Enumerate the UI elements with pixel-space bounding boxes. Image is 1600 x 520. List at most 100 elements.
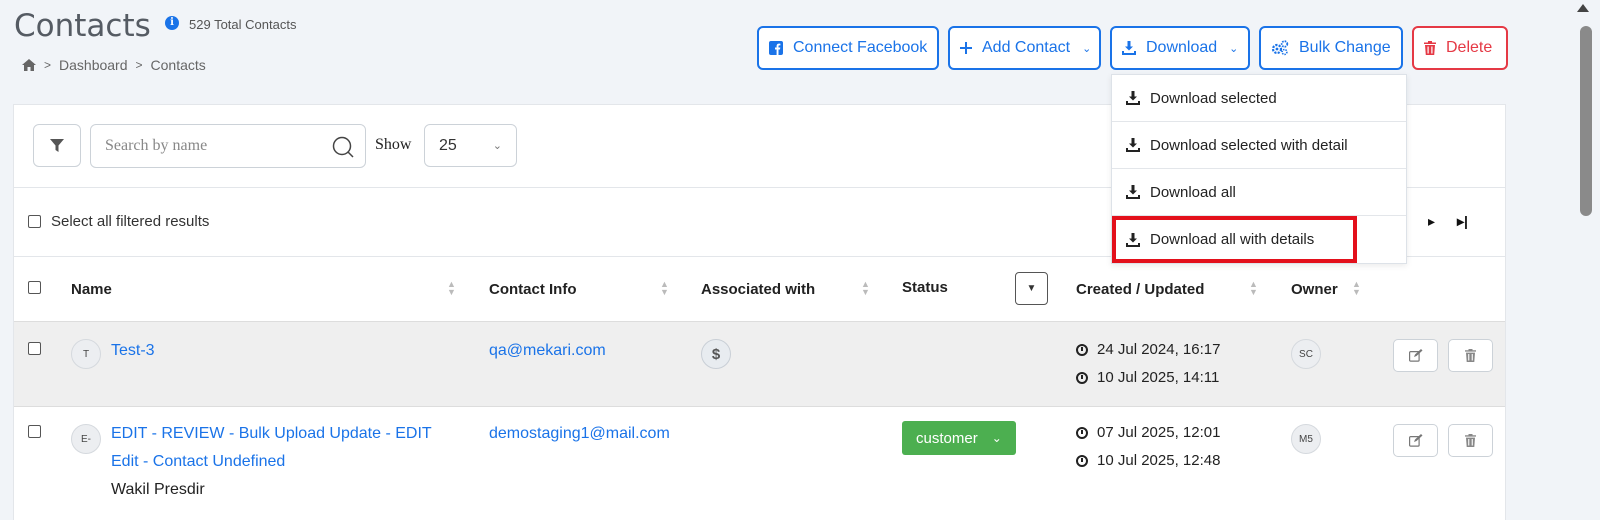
column-header-associated-with[interactable]: Associated with	[701, 281, 815, 298]
delete-row-button[interactable]	[1448, 339, 1493, 372]
breadcrumb-dashboard[interactable]: Dashboard	[59, 57, 128, 73]
created-date: 24 Jul 2024, 16:17	[1097, 341, 1221, 358]
contact-email-link[interactable]: demostaging1@mail.com	[489, 425, 670, 443]
trash-icon	[1424, 41, 1436, 55]
bulk-change-label: Bulk Change	[1299, 39, 1391, 56]
clock-icon	[1076, 372, 1088, 384]
search-input[interactable]	[90, 124, 366, 168]
breadcrumb-separator: >	[44, 58, 52, 72]
clock-icon	[1076, 344, 1088, 356]
select-all-label: Select all filtered results	[51, 213, 210, 230]
chevron-down-icon: ⌄	[1082, 42, 1092, 55]
sort-icon[interactable]: ▲ ▼	[861, 280, 870, 297]
owner-avatar: SC	[1291, 339, 1321, 369]
contact-name-link[interactable]: Test-3	[111, 342, 155, 360]
page-size-select[interactable]: 25 ⌄	[424, 124, 517, 167]
select-all-row: Select all filtered results	[28, 213, 209, 230]
avatar: T	[71, 339, 101, 369]
last-page-icon[interactable]: ▸|	[1457, 213, 1468, 230]
sort-icon[interactable]: ▲ ▼	[660, 280, 669, 297]
connect-facebook-label: Connect Facebook	[793, 39, 928, 56]
avatar: E-	[71, 424, 101, 454]
clock-icon	[1076, 455, 1088, 467]
page-title: Contacts	[14, 8, 151, 44]
edit-button[interactable]	[1393, 424, 1438, 457]
download-label: Download	[1146, 39, 1218, 56]
edit-icon	[1408, 434, 1422, 447]
created-updated-dates: 07 Jul 2025, 12:01 10 Jul 2025, 12:48	[1076, 419, 1220, 475]
column-header-created-updated[interactable]: Created / Updated	[1076, 281, 1204, 298]
column-header-name[interactable]: Name	[71, 281, 112, 298]
clock-icon	[1076, 427, 1088, 439]
sort-icon[interactable]: ▲ ▼	[447, 280, 456, 297]
edit-button[interactable]	[1393, 339, 1438, 372]
delete-row-button[interactable]	[1448, 424, 1493, 457]
breadcrumb: > Dashboard > Contacts	[22, 57, 206, 73]
trash-icon	[1465, 434, 1476, 447]
download-selected-label: Download selected	[1150, 89, 1277, 107]
next-page-icon[interactable]: ▸	[1428, 213, 1435, 230]
breadcrumb-contacts: Contacts	[150, 57, 206, 73]
select-all-checkbox[interactable]	[28, 215, 41, 228]
contact-name-link-line2[interactable]: Edit - Contact Undefined	[111, 453, 285, 471]
sort-icon[interactable]: ▲ ▼	[1352, 280, 1361, 297]
select-all-rows-checkbox[interactable]	[28, 281, 41, 294]
edit-icon	[1408, 349, 1422, 362]
download-dropdown-menu: Download selected Download selected with…	[1111, 74, 1407, 264]
download-icon	[1126, 185, 1140, 199]
status-filter-toggle[interactable]: ▼	[1015, 272, 1048, 305]
chevron-down-icon: ⌄	[991, 431, 1002, 445]
home-icon[interactable]	[22, 59, 36, 71]
download-all-item[interactable]: Download all	[1112, 169, 1406, 216]
updated-date: 10 Jul 2025, 12:48	[1097, 452, 1221, 469]
download-selected-with-detail-label: Download selected with detail	[1150, 136, 1348, 154]
download-all-with-details-item[interactable]: Download all with details	[1112, 216, 1357, 263]
total-contacts-count: 529 Total Contacts	[189, 17, 297, 32]
download-icon	[1122, 41, 1136, 55]
updated-date: 10 Jul 2025, 14:11	[1097, 369, 1220, 386]
top-actions: Connect Facebook Add Contact ⌄ Download …	[757, 26, 1508, 70]
show-label: Show	[375, 136, 412, 153]
scroll-up-arrow-icon[interactable]	[1577, 4, 1589, 12]
contact-email-link[interactable]: qa@mekari.com	[489, 342, 606, 360]
download-button[interactable]: Download ⌄	[1110, 26, 1250, 70]
column-header-owner[interactable]: Owner	[1291, 281, 1338, 298]
download-all-label: Download all	[1150, 183, 1236, 201]
row-checkbox[interactable]	[28, 425, 41, 438]
bulk-change-button[interactable]: Bulk Change	[1259, 26, 1403, 70]
gears-icon	[1271, 40, 1289, 56]
chevron-down-icon: ⌄	[492, 140, 502, 152]
row-checkbox[interactable]	[28, 342, 41, 355]
filter-button[interactable]	[33, 124, 81, 167]
delete-button[interactable]: Delete	[1412, 26, 1508, 70]
delete-label: Delete	[1446, 39, 1493, 56]
breadcrumb-separator: >	[135, 58, 143, 72]
sort-icon[interactable]: ▲ ▼	[1249, 280, 1258, 297]
download-selected-with-detail-item[interactable]: Download selected with detail	[1112, 122, 1406, 169]
add-contact-button[interactable]: Add Contact ⌄	[948, 26, 1101, 70]
pagination: ▸ ▸|	[1428, 213, 1468, 230]
column-header-contact-info[interactable]: Contact Info	[489, 281, 577, 298]
download-icon	[1126, 232, 1140, 247]
info-icon[interactable]: i	[165, 16, 179, 30]
contact-name-link[interactable]: EDIT - REVIEW - Bulk Upload Update - EDI…	[111, 425, 432, 443]
deal-dollar-icon[interactable]: $	[701, 339, 731, 369]
vertical-scrollbar[interactable]	[1563, 0, 1600, 520]
contact-job-title: Wakil Presdir	[111, 481, 205, 498]
status-badge[interactable]: customer ⌄	[902, 421, 1016, 455]
search-icon[interactable]	[332, 136, 354, 158]
connect-facebook-button[interactable]: Connect Facebook	[757, 26, 939, 70]
download-selected-item[interactable]: Download selected	[1112, 75, 1406, 122]
table-row: T Test-3 qa@mekari.com $ 24 Jul 2024, 16…	[14, 321, 1505, 407]
owner-avatar: M5	[1291, 424, 1321, 454]
page-size-value: 25	[439, 136, 457, 154]
facebook-icon	[769, 41, 783, 55]
plus-icon	[960, 42, 972, 54]
download-all-with-details-label: Download all with details	[1150, 231, 1315, 248]
trash-icon	[1465, 349, 1476, 362]
created-date: 07 Jul 2025, 12:01	[1097, 424, 1221, 441]
column-header-status[interactable]: Status	[902, 279, 948, 296]
chevron-down-icon: ⌄	[1229, 42, 1239, 55]
scrollbar-thumb[interactable]	[1580, 26, 1592, 216]
status-value: customer	[916, 429, 978, 447]
